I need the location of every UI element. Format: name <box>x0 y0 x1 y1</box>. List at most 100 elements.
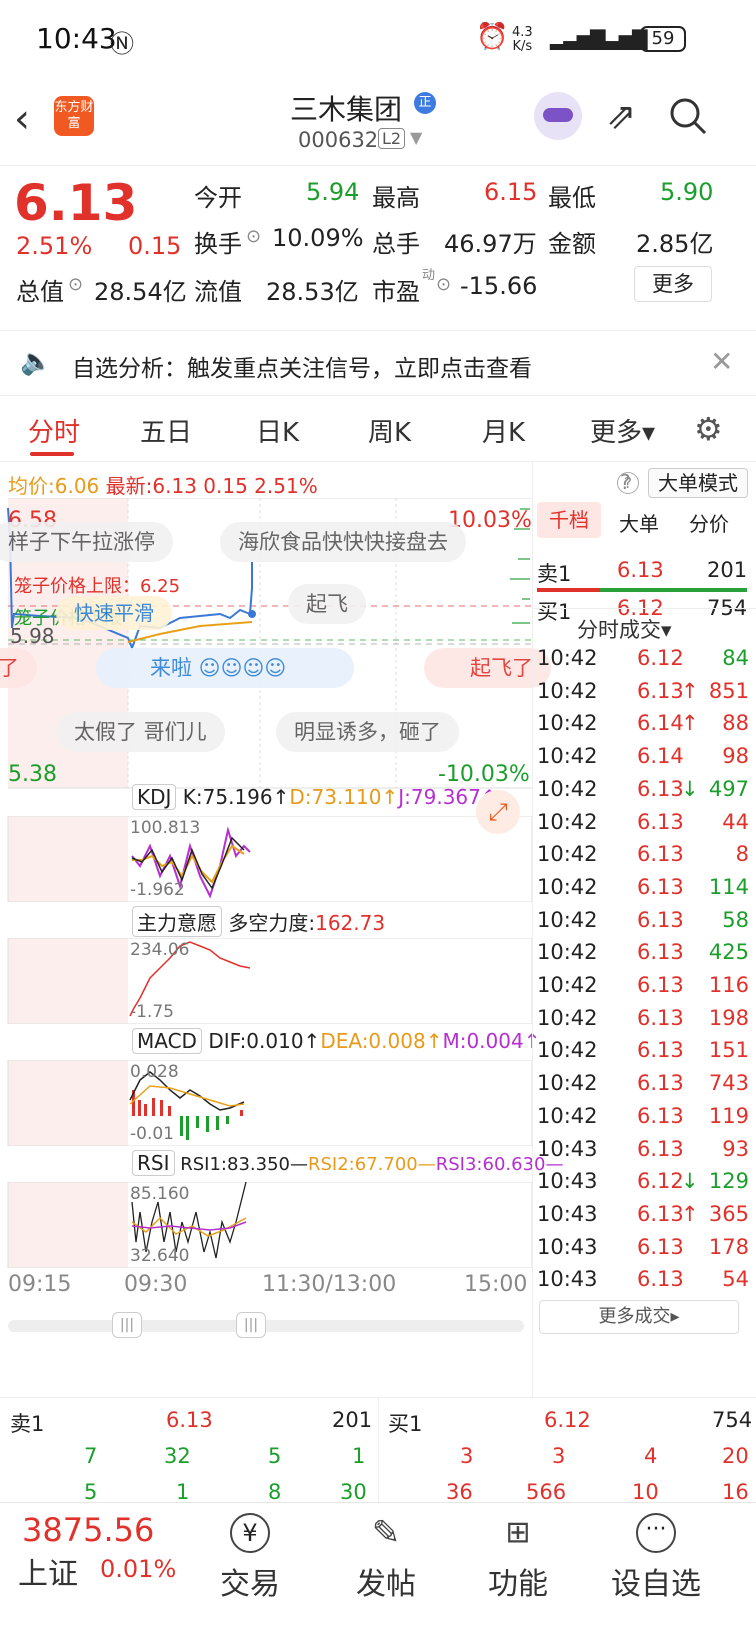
info-icon[interactable]: ⊙ <box>436 274 451 295</box>
analysis-banner[interactable]: 🔈 自选分析：触发重点关注信号，立即点击查看 ✕ <box>0 330 756 396</box>
ob-sell-detail: 1 <box>176 1480 190 1504</box>
tick-volume: 851 <box>708 678 749 703</box>
macd-axis-bottom: -0.01 <box>130 1124 174 1144</box>
range-slider-track[interactable] <box>8 1320 524 1332</box>
clock: 10:43 <box>36 22 117 55</box>
tab-price-dist[interactable]: 分价 <box>689 508 729 537</box>
tick-row: 10:42 6.13 425 <box>537 940 753 974</box>
stock-header: ‹ 东方财富 三木集团 正 000632 L2 ▼ ⇗ <box>0 82 756 166</box>
low-value: 5.90 <box>660 178 714 206</box>
tick-price: 6.13 <box>637 1103 684 1128</box>
tab-indicator <box>30 452 74 456</box>
tick-row: 10:43 6.13 93 <box>537 1137 753 1171</box>
tick-arrow: ↑ <box>681 1201 699 1226</box>
tick-volume: 151 <box>708 1038 749 1063</box>
kdj-chart <box>7 816 532 902</box>
barrage-chip-coming[interactable]: 来啦 ☺☺☺☺ <box>96 648 354 688</box>
tick-time: 10:42 <box>537 907 598 932</box>
nav-add-watchlist[interactable]: ··· 设自选 <box>596 1513 716 1603</box>
main-force-select[interactable]: 主力意愿 <box>132 906 222 937</box>
nav-add-watchlist-label: 设自选 <box>611 1567 701 1602</box>
turnover-value: 10.09% <box>272 224 364 252</box>
tab-5day[interactable]: 五日 <box>140 412 192 449</box>
tick-price: 6.13 <box>637 1267 684 1292</box>
rsi-select[interactable]: RSI <box>132 1150 175 1176</box>
nav-post[interactable]: ✎ 发帖 <box>326 1513 446 1603</box>
ob-buy-detail: 20 <box>722 1444 749 1468</box>
speaker-icon: 🔈 <box>20 347 53 377</box>
stock-name: 三木集团 <box>290 93 403 126</box>
barrage-chip[interactable]: 快速平滑 <box>56 596 172 630</box>
tick-volume: 114 <box>708 874 749 899</box>
nav-trade[interactable]: ¥ 交易 <box>190 1513 310 1603</box>
tick-row: 10:43 6.13 ↑ 365 <box>537 1202 753 1236</box>
share-icon[interactable]: ⇗ <box>606 96 636 137</box>
index-name[interactable]: 上证 <box>18 1549 78 1593</box>
rsi-axis-bottom: 32.640 <box>130 1246 190 1266</box>
index-value[interactable]: 3875.56 <box>22 1511 154 1549</box>
info-icon[interactable]: ⊙ <box>68 274 83 295</box>
high-label: 最高 <box>372 184 420 212</box>
tick-row: 10:42 6.13 119 <box>537 1104 753 1138</box>
tick-row: 10:42 6.13 743 <box>537 1071 753 1105</box>
tab-month-k[interactable]: 月K <box>482 412 525 449</box>
tick-time: 10:42 <box>537 973 598 997</box>
robot-assistant-icon[interactable] <box>534 92 582 140</box>
barrage-chip[interactable]: 样子下午拉涨停 <box>0 522 173 562</box>
info-icon[interactable]: ⊙ <box>246 226 261 247</box>
barrage-chip[interactable]: 起飞 <box>288 584 366 624</box>
tick-row: 10:42 6.13 114 <box>537 875 753 909</box>
back-icon[interactable]: ‹ <box>14 96 30 142</box>
tick-volume: 88 <box>722 711 749 736</box>
barrage-chip[interactable]: 明显诱多，砸了 <box>276 712 459 752</box>
kdj-axis-bottom: -1.962 <box>130 880 185 900</box>
tick-price: 6.12 <box>637 1169 684 1194</box>
tick-time: 10:43 <box>537 1234 598 1259</box>
macd-select[interactable]: MACD <box>132 1028 202 1054</box>
open-value: 5.94 <box>306 178 360 206</box>
tab-intraday[interactable]: 分时 <box>28 412 80 449</box>
dropdown-icon[interactable]: ▼ <box>410 128 422 147</box>
tick-price: 6.13 <box>637 907 684 932</box>
index-change-pct[interactable]: 0.01% <box>100 1555 176 1583</box>
range-handle-left[interactable]: ||| <box>112 1312 142 1338</box>
gear-icon[interactable]: ⚙ <box>694 410 723 448</box>
change-amount: 0.15 <box>128 232 182 260</box>
tick-price: 6.14 <box>637 744 684 769</box>
tick-price: 6.12 <box>637 646 684 670</box>
tick-volume: 425 <box>708 940 749 965</box>
tab-week-k[interactable]: 周K <box>368 412 411 449</box>
ticks-title[interactable]: 分时成交▾ <box>577 614 672 644</box>
price-cage-upper: 笼子价格上限：6.25 <box>14 576 181 597</box>
more-ticks-button[interactable]: 更多成交▸ <box>539 1300 739 1334</box>
ask1-price: 6.13 <box>617 558 664 582</box>
tick-price: 6.13 <box>637 678 684 703</box>
expand-icon[interactable]: ⤢ <box>476 790 520 834</box>
barrage-chip[interactable]: 海欣食品快快快接盘去 <box>220 522 466 562</box>
macd-legend: MACD DIF:0.010↑DEA:0.008↑M:0.004↑ <box>132 1028 540 1054</box>
search-icon[interactable] <box>668 96 708 136</box>
tab-big-order[interactable]: 大单 <box>619 508 659 537</box>
bid-ask-ratio-bar <box>537 588 747 592</box>
tick-volume: 119 <box>708 1103 749 1128</box>
ob-ask1-label: 卖1 <box>10 1412 45 1436</box>
barrage-chip[interactable]: 太假了 哥们儿 <box>56 712 225 752</box>
ob-buy-detail: 566 <box>526 1480 567 1504</box>
ob-buy-detail: 3 <box>552 1444 566 1468</box>
macd-chart <box>7 1060 532 1146</box>
range-handle-right[interactable]: ||| <box>236 1312 266 1338</box>
close-icon[interactable]: ✕ <box>710 345 733 378</box>
nav-functions[interactable]: ⊞ 功能 <box>458 1513 578 1603</box>
nav-trade-label: 交易 <box>220 1567 280 1602</box>
kdj-select[interactable]: KDJ <box>132 784 177 810</box>
tab-day-k[interactable]: 日K <box>256 412 299 449</box>
y-axis-bottom: 5.38 <box>8 762 57 787</box>
tick-time: 10:42 <box>537 646 598 670</box>
tab-more[interactable]: 更多▾ <box>590 412 655 449</box>
tick-volume: 84 <box>722 646 749 670</box>
more-button[interactable]: 更多 <box>634 266 712 302</box>
tick-row: 10:42 6.13 198 <box>537 1006 753 1040</box>
tick-volume: 116 <box>708 973 749 997</box>
tick-arrow: ↑ <box>681 678 699 703</box>
tab-qiandang[interactable]: 千档 <box>537 502 601 538</box>
